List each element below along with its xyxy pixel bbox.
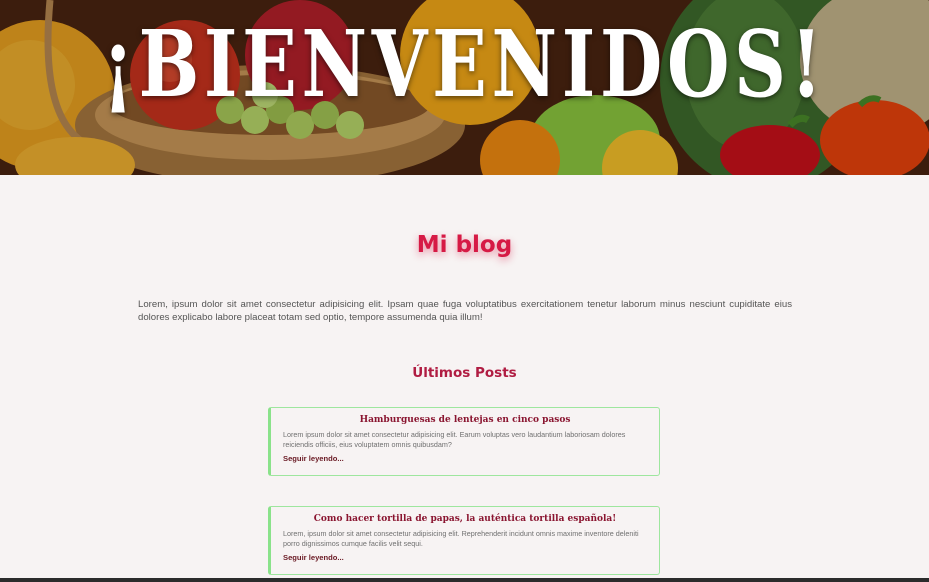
read-more-link[interactable]: Seguir leyendo... bbox=[283, 553, 647, 562]
hero-title: ¡BIENVENIDOS! bbox=[102, 10, 827, 118]
post-excerpt: Lorem ipsum dolor sit amet consectetur a… bbox=[283, 430, 626, 449]
post-title: Como hacer tortilla de papas, la auténti… bbox=[313, 514, 617, 524]
post-excerpt: Lorem, ipsum dolor sit amet consectetur … bbox=[283, 529, 639, 548]
blog-intro: Lorem, ipsum dolor sit amet consectetur … bbox=[138, 299, 792, 323]
post-card: Como hacer tortilla de papas, la auténti… bbox=[268, 506, 660, 575]
bottom-divider bbox=[0, 578, 929, 582]
page-title: Mi blog bbox=[416, 232, 513, 258]
post-title: Hamburguesas de lentejas en cinco pasos bbox=[359, 415, 571, 425]
post-card: Hamburguesas de lentejas en cinco pasos … bbox=[268, 407, 660, 476]
read-more-link[interactable]: Seguir leyendo... bbox=[283, 454, 647, 463]
latest-posts-heading: Últimos Posts bbox=[412, 365, 517, 381]
hero-banner: ¡BIENVENIDOS! bbox=[0, 0, 929, 175]
